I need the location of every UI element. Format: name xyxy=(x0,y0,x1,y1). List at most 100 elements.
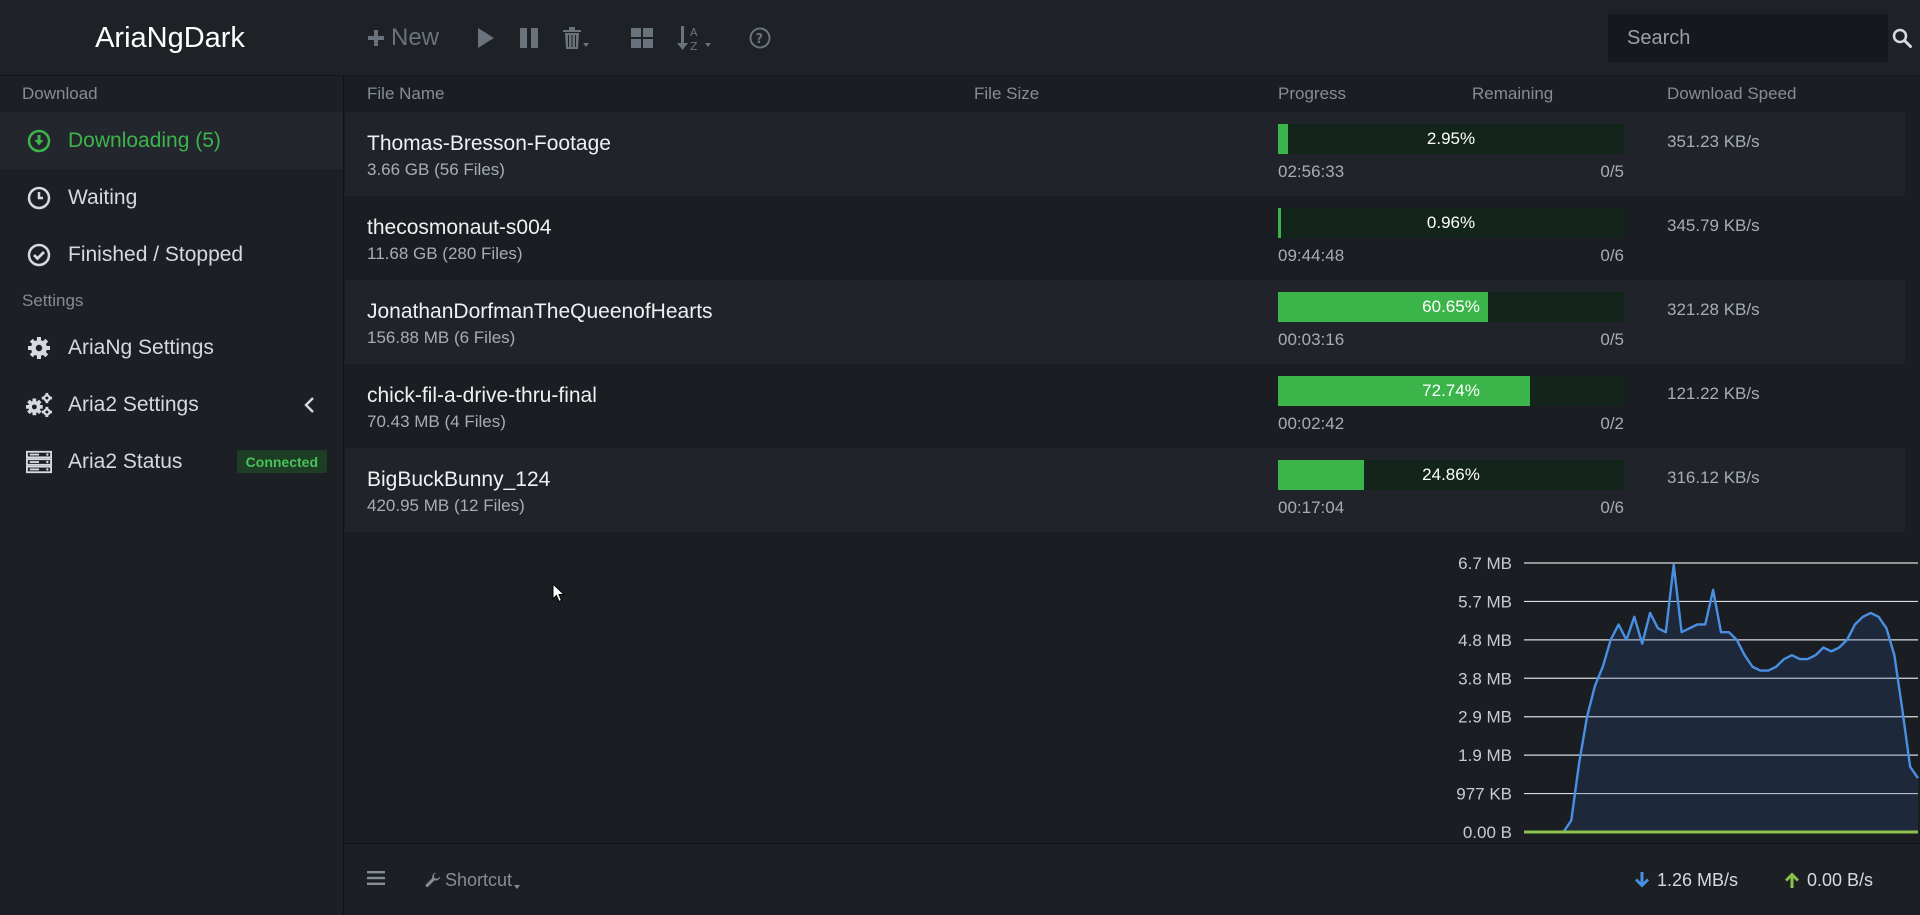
download-speed-value: 1.26 MB/s xyxy=(1657,869,1739,890)
column-header-progress[interactable]: Progress xyxy=(1278,76,1346,112)
table-row[interactable]: JonathanDorfmanTheQueenofHearts 156.88 M… xyxy=(345,280,1905,364)
download-circle-icon xyxy=(26,128,52,154)
new-task-button[interactable]: New xyxy=(355,0,451,76)
remaining-time: 00:02:42 xyxy=(1278,414,1345,433)
y-tick-label: 0.00 B xyxy=(1463,823,1512,842)
shortcut-dropdown-caret xyxy=(514,885,521,889)
play-icon xyxy=(478,28,495,48)
progress-label: 24.86% xyxy=(1422,465,1480,484)
task-name[interactable]: BigBuckBunny_124 xyxy=(367,468,550,492)
task-name[interactable]: Thomas-Bresson-Footage xyxy=(367,132,611,156)
clock-icon xyxy=(26,185,52,211)
help-button[interactable]: ? xyxy=(737,0,783,76)
question-circle-icon: ? xyxy=(749,27,771,49)
progress-bar: 60.65% xyxy=(1278,292,1624,322)
sidebar-item-waiting[interactable]: Waiting xyxy=(0,169,343,226)
connections: 0/6 xyxy=(1600,246,1624,265)
download-speed: 345.79 KB/s xyxy=(1667,216,1760,235)
download-speed: 316.12 KB/s xyxy=(1667,468,1760,487)
task-size: 11.68 GB (280 Files) xyxy=(367,244,523,263)
app-title[interactable]: AriaNgDark xyxy=(0,0,340,76)
sidebar-item-label: Downloading (5) xyxy=(68,128,221,152)
sidebar-item-aria2-settings[interactable]: Aria2 Settings xyxy=(0,376,343,433)
delete-button[interactable] xyxy=(551,0,601,76)
sort-dropdown-caret xyxy=(705,43,712,47)
column-header-file-name[interactable]: File Name xyxy=(367,76,444,112)
wrench-icon xyxy=(425,872,440,888)
pause-icon xyxy=(520,28,539,48)
task-rows: Thomas-Bresson-Footage 3.66 GB (56 Files… xyxy=(345,112,1905,532)
series-area xyxy=(1524,564,1918,832)
progress-bar: 24.86% xyxy=(1278,460,1624,490)
progress-label: 0.96% xyxy=(1426,213,1476,232)
y-tick-label: 3.8 MB xyxy=(1458,669,1512,688)
search-icon[interactable] xyxy=(1892,15,1912,61)
task-name[interactable]: JonathanDorfmanTheQueenofHearts xyxy=(367,300,713,324)
progress-bar: 72.74% xyxy=(1278,376,1624,406)
select-all-button[interactable] xyxy=(619,0,665,76)
sidebar-item-finished-stopped[interactable]: Finished / Stopped xyxy=(0,226,343,283)
arrow-down-icon xyxy=(1635,872,1649,888)
sidebar-item-label: Waiting xyxy=(68,185,138,209)
check-circle-icon xyxy=(26,242,52,268)
gears-icon xyxy=(26,392,52,418)
column-header-download-speed[interactable]: Download Speed xyxy=(1667,76,1796,112)
table-row[interactable]: BigBuckBunny_124 420.95 MB (12 Files) 24… xyxy=(345,448,1905,532)
speed-chart: 0.00 B 977 KB 1.9 MB 2.9 MB 3.8 MB 4.8 MB 5.7 … xyxy=(1420,545,1920,843)
trash-icon xyxy=(563,27,582,49)
sidebar-item-downloading[interactable]: Downloading (5) xyxy=(0,112,343,169)
global-upload-speed[interactable]: 0.00 B/s xyxy=(1785,844,1873,915)
column-header-remaining[interactable]: Remaining xyxy=(1472,76,1553,112)
upload-speed-value: 0.00 B/s xyxy=(1807,869,1874,890)
progress-label: 60.65% xyxy=(1422,297,1480,316)
connections: 0/5 xyxy=(1600,330,1624,349)
sidebar-item-label: Finished / Stopped xyxy=(68,242,244,266)
progress-label: 2.95% xyxy=(1426,129,1476,148)
sidebar-header-settings: Settings xyxy=(22,291,84,310)
sidebar-item-label: Aria2 Status xyxy=(68,449,183,473)
sidebar-item-ariang-settings[interactable]: AriaNg Settings xyxy=(0,319,343,376)
y-tick-label: 977 KB xyxy=(1456,785,1512,804)
plus-icon xyxy=(368,30,384,46)
y-tick-label: 5.7 MB xyxy=(1458,592,1512,611)
mouse-cursor-icon xyxy=(552,582,566,608)
progress-bar: 2.95% xyxy=(1278,124,1624,154)
chevron-left-icon[interactable] xyxy=(303,396,315,420)
task-size: 3.66 GB (56 Files) xyxy=(367,160,505,179)
svg-text:A: A xyxy=(690,26,698,39)
pause-button[interactable] xyxy=(507,0,551,76)
task-size: 420.95 MB (12 Files) xyxy=(367,496,525,515)
download-speed: 321.28 KB/s xyxy=(1667,300,1760,319)
sidebar-item-label: Aria2 Settings xyxy=(68,392,199,416)
start-button[interactable] xyxy=(465,0,507,76)
shortcut-button[interactable]: Shortcut xyxy=(425,844,521,915)
sidebar-item-aria2-status[interactable]: Aria2 Status Connected xyxy=(0,433,343,490)
remaining-time: 00:03:16 xyxy=(1278,330,1345,349)
grid-icon xyxy=(631,28,654,48)
search-input[interactable] xyxy=(1609,15,1892,61)
connections: 0/6 xyxy=(1600,498,1624,517)
gear-icon xyxy=(26,335,52,361)
table-row[interactable]: thecosmonaut-s004 11.68 GB (280 Files) 0… xyxy=(345,196,1905,280)
column-header-file-size[interactable]: File Size xyxy=(974,76,1039,112)
table-row[interactable]: chick-fil-a-drive-thru-final 70.43 MB (4… xyxy=(345,364,1905,448)
sidebar-item-label: AriaNg Settings xyxy=(68,335,214,359)
menu-toggle-icon[interactable] xyxy=(367,870,385,891)
new-task-label: New xyxy=(391,24,440,51)
delete-dropdown-caret xyxy=(583,43,590,47)
sort-button[interactable]: AZ xyxy=(665,0,723,76)
svg-text:?: ? xyxy=(756,32,764,47)
global-download-speed[interactable]: 1.26 MB/s xyxy=(1635,844,1738,915)
connections: 0/2 xyxy=(1600,414,1624,433)
toolbar: New AZ ? xyxy=(355,0,783,76)
task-name[interactable]: chick-fil-a-drive-thru-final xyxy=(367,384,597,408)
speed-chart-svg: 0.00 B 977 KB 1.9 MB 2.9 MB 3.8 MB 4.8 MB 5.7 … xyxy=(1456,554,1919,842)
y-tick-label: 6.7 MB xyxy=(1458,554,1512,573)
progress-label: 72.74% xyxy=(1422,381,1480,400)
remaining-time: 02:56:33 xyxy=(1278,162,1345,181)
sidebar-header-download: Download xyxy=(22,84,98,103)
progress-bar: 0.96% xyxy=(1278,208,1624,238)
task-name[interactable]: thecosmonaut-s004 xyxy=(367,216,551,240)
table-row[interactable]: Thomas-Bresson-Footage 3.66 GB (56 Files… xyxy=(345,112,1905,196)
task-size: 70.43 MB (4 Files) xyxy=(367,412,506,431)
